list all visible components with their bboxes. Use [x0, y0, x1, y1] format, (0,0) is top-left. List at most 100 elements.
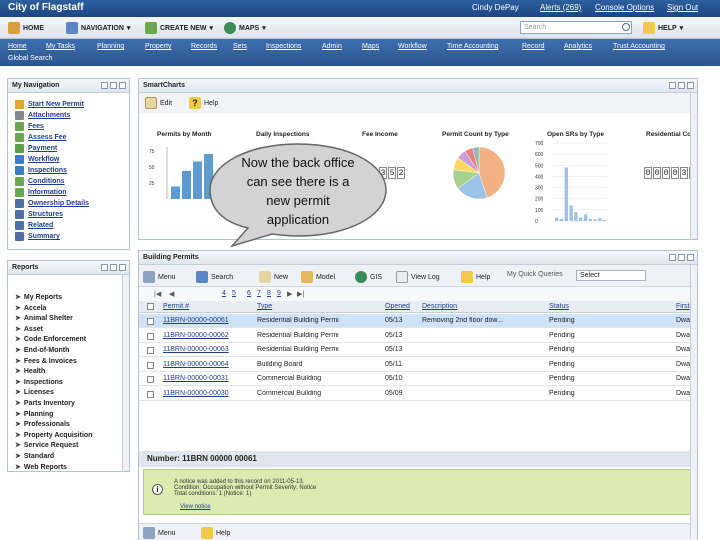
global-search-input[interactable]: Search	[520, 21, 632, 34]
panel-minimize-icon[interactable]	[110, 82, 117, 89]
page-link[interactable]: 7	[257, 290, 261, 297]
nav-item-conditions[interactable]: Conditions	[15, 176, 65, 187]
page-link[interactable]: 9	[277, 290, 281, 297]
column-type[interactable]: Type	[257, 303, 272, 310]
panel-edit-icon[interactable]	[101, 82, 108, 89]
report-item[interactable]: ➤ Health	[15, 367, 45, 377]
tab-admin[interactable]: Admin	[322, 43, 342, 50]
nav-item-attachments[interactable]: Attachments	[15, 110, 70, 121]
cell-permit[interactable]: 11BRN-00000-00062	[163, 332, 229, 339]
panel-edit-icon[interactable]	[101, 264, 108, 271]
tab-trust-accounting[interactable]: Trust Accounting	[613, 43, 665, 50]
panel-close-icon[interactable]	[119, 264, 126, 271]
view-notice-link[interactable]: View notice	[180, 504, 211, 510]
row-checkbox[interactable]	[147, 347, 154, 354]
nav-item-payment[interactable]: Payment	[15, 143, 57, 154]
next-page-icon[interactable]: ▶	[287, 290, 292, 298]
global-search-link[interactable]: Global Search	[8, 55, 52, 62]
report-item[interactable]: ➤ Standard	[15, 452, 54, 462]
report-item[interactable]: ➤ Asset	[15, 325, 43, 335]
cell-permit[interactable]: 11BRN-00000-00061	[163, 317, 229, 324]
nav-item-fees[interactable]: Fees	[15, 121, 44, 132]
cell-permit[interactable]: 11BRN-00000-00030	[163, 390, 229, 397]
navigation-button[interactable]: NAVIGATION ▾	[66, 21, 130, 35]
nav-item-inspections[interactable]: Inspections	[15, 165, 67, 176]
report-item[interactable]: ➤ Licenses	[15, 388, 54, 398]
report-item[interactable]: ➤ Parts Inventory	[15, 399, 75, 409]
tab-home[interactable]: Home	[8, 43, 27, 50]
page-link[interactable]: 6	[247, 290, 251, 297]
panel-close-icon[interactable]	[119, 82, 126, 89]
panel-close-icon[interactable]	[687, 82, 694, 89]
tab-record[interactable]: Record	[522, 43, 545, 50]
tab-property[interactable]: Property	[145, 43, 171, 50]
report-item[interactable]: ➤ Property Acquisition	[15, 431, 92, 441]
help-button[interactable]: HELP ▾	[643, 21, 683, 35]
row-checkbox[interactable]	[147, 376, 154, 383]
view-log-button[interactable]: View Log	[396, 271, 440, 283]
panel-minimize-icon[interactable]	[678, 82, 685, 89]
tab-workflow[interactable]: Workflow	[398, 43, 427, 50]
panel-edit-icon[interactable]	[669, 82, 676, 89]
maps-button[interactable]: MAPS ▾	[224, 21, 266, 35]
column-first[interactable]: First	[676, 303, 690, 310]
menu-button[interactable]: Menu	[143, 271, 176, 283]
page-link[interactable]: 8	[267, 290, 271, 297]
report-item[interactable]: ➤ Code Enforcement	[15, 335, 86, 345]
report-item[interactable]: ➤ My Reports	[15, 293, 62, 303]
create-new-button[interactable]: CREATE NEW ▾	[145, 21, 213, 35]
table-row[interactable]: 11BRN-00000-00064 Building Board 05/11 Pend…	[139, 358, 697, 372]
panel-close-icon[interactable]	[687, 254, 694, 261]
tab-maps[interactable]: Maps	[362, 43, 379, 50]
first-page-icon[interactable]: |◀	[154, 290, 161, 298]
table-row[interactable]: 11BRN-00000-00030 Commercial Building 05/0…	[139, 387, 697, 401]
console-options-link[interactable]: Console Options	[595, 3, 654, 12]
report-item[interactable]: ➤ Accela	[15, 304, 46, 314]
select-all-checkbox[interactable]	[147, 303, 154, 310]
row-checkbox[interactable]	[147, 332, 154, 340]
nav-item-related[interactable]: Related	[15, 220, 53, 231]
tab-sets[interactable]: Sets	[233, 43, 247, 50]
cell-permit[interactable]: 11BRN-00000-00064	[163, 361, 229, 368]
table-row[interactable]: 11BRN-00000-00062 Residential Building Pe…	[139, 329, 697, 343]
panel-edit-icon[interactable]	[669, 254, 676, 261]
nav-item-start-new-permit[interactable]: Start New Permit	[15, 99, 84, 110]
prev-page-icon[interactable]: ◀	[169, 290, 174, 298]
tab-my-tasks[interactable]: My Tasks	[46, 43, 75, 50]
bottom-help-button[interactable]: Help	[201, 527, 230, 539]
report-item[interactable]: ➤ Service Request	[15, 441, 78, 451]
column-permit[interactable]: Permit #	[163, 303, 189, 310]
nav-item-workflow[interactable]: Workflow	[15, 154, 59, 165]
report-item[interactable]: ➤ Animal Shelter	[15, 314, 73, 324]
nav-item-information[interactable]: Information	[15, 187, 67, 198]
search-button[interactable]: Search	[196, 271, 233, 283]
quick-queries-select[interactable]: Select	[576, 270, 646, 281]
cell-permit[interactable]: 11BRN-00000-00031	[163, 375, 229, 382]
nav-item-assess-fee[interactable]: Assess Fee	[15, 132, 67, 143]
column-description[interactable]: Description	[422, 303, 457, 310]
table-row[interactable]: 11BRN-00000-00061 Residential Building Pe…	[139, 314, 697, 328]
cell-permit[interactable]: 11BRN-00000-00063	[163, 346, 229, 353]
building-permits-scrollbar[interactable]	[690, 265, 697, 539]
report-item[interactable]: ➤ End-of-Month	[15, 346, 69, 356]
bottom-menu-button[interactable]: Menu	[143, 527, 176, 539]
row-checkbox[interactable]	[147, 361, 154, 369]
nav-item-ownership-details[interactable]: Ownership Details	[15, 198, 89, 209]
reports-scrollbar[interactable]	[122, 275, 129, 471]
tab-analytics[interactable]: Analytics	[564, 43, 592, 50]
report-item[interactable]: ➤ Planning	[15, 410, 53, 420]
home-button[interactable]: HOME	[8, 21, 44, 35]
tab-inspections[interactable]: Inspections	[266, 43, 301, 50]
panel-minimize-icon[interactable]	[678, 254, 685, 261]
row-checkbox[interactable]	[147, 390, 154, 398]
last-page-icon[interactable]: ▶|	[297, 290, 304, 298]
panel-minimize-icon[interactable]	[110, 264, 117, 271]
report-item[interactable]: ➤ Web Reports	[15, 463, 67, 473]
page-link[interactable]: 4	[222, 290, 226, 297]
report-item[interactable]: ➤ Inspections	[15, 378, 63, 388]
tab-planning[interactable]: Planning	[97, 43, 124, 50]
tab-time-accounting[interactable]: Time Accounting	[447, 43, 499, 50]
column-opened[interactable]: Opened	[385, 303, 410, 310]
report-item[interactable]: ➤ Professionals	[15, 420, 70, 430]
table-row[interactable]: 11BRN-00000-00063 Residential Building Pe…	[139, 343, 697, 357]
